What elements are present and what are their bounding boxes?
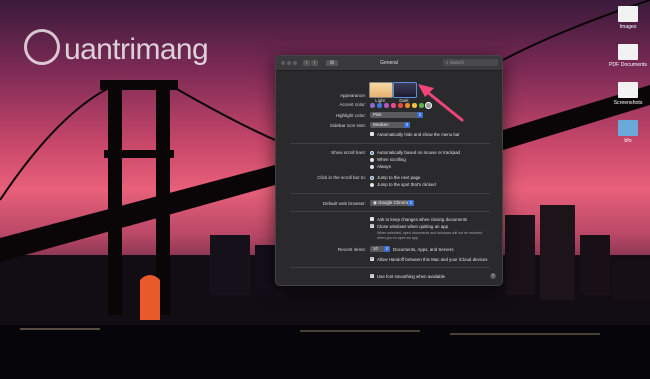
annotation-arrow-icon	[418, 84, 464, 122]
